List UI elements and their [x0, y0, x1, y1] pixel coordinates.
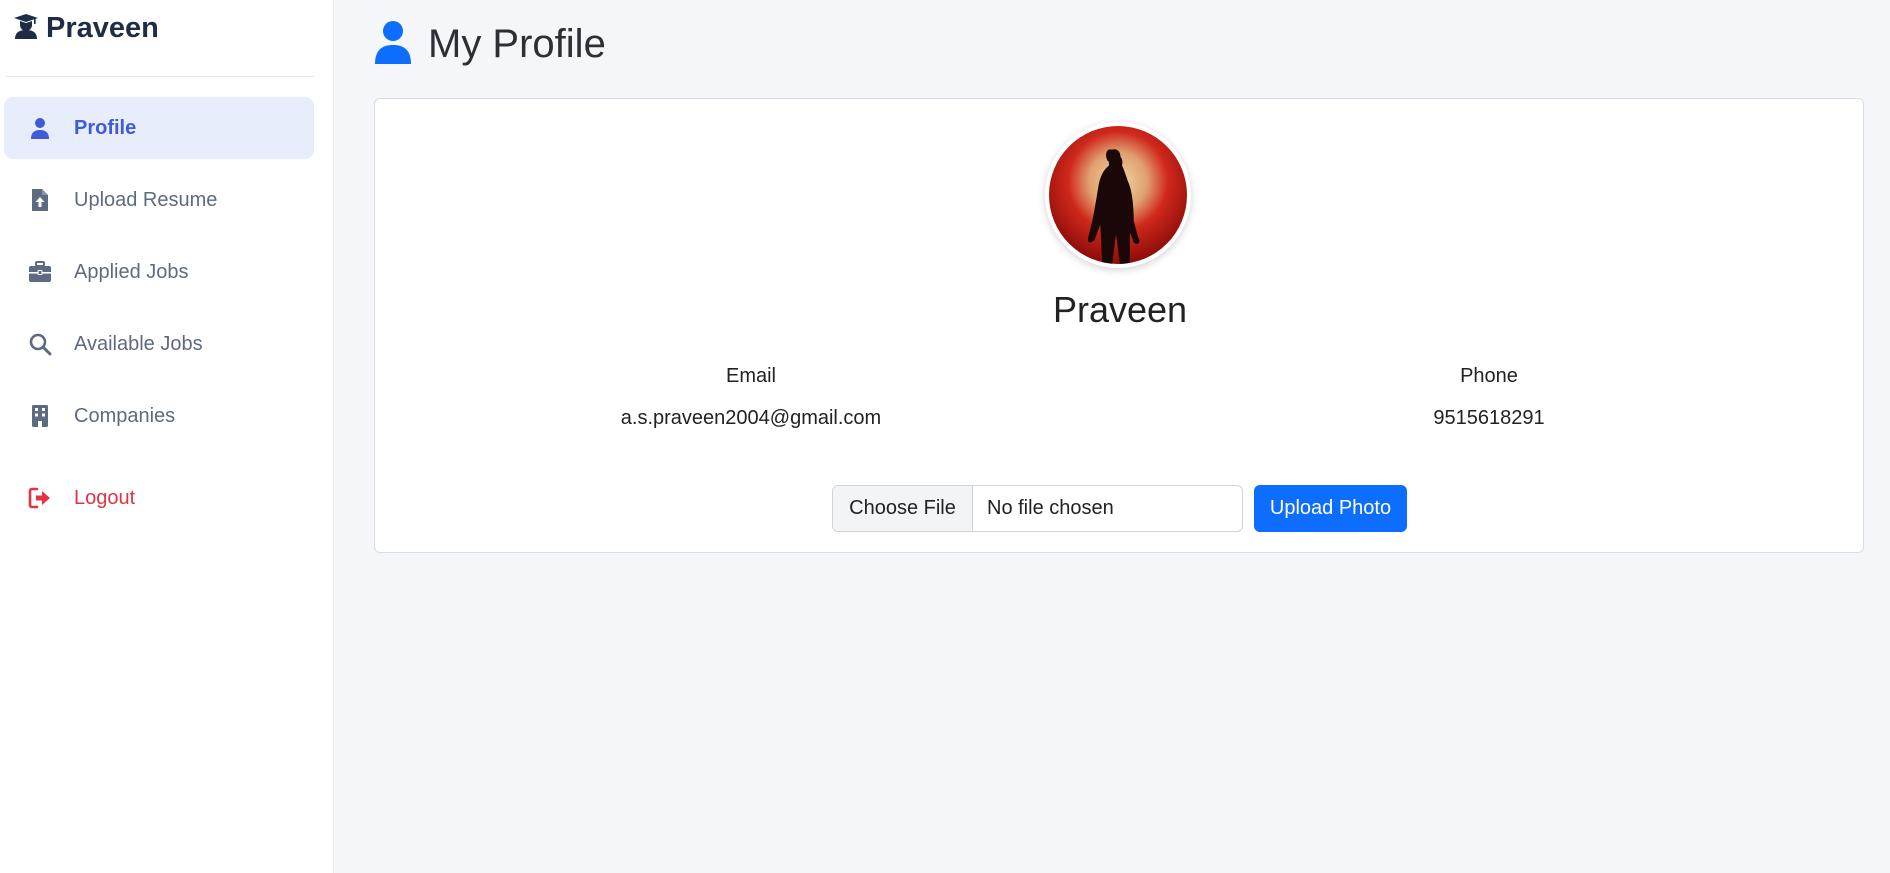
sidebar-item-label: Upload Resume: [74, 188, 218, 211]
brand-name: Praveen: [46, 11, 159, 44]
sidebar: Praveen Profile Upload Resume Applied Jo…: [0, 0, 334, 873]
avatar: [1045, 122, 1191, 268]
main-content: My Profile Praveen Email a.s.praveen2004…: [334, 0, 1890, 873]
sign-out-icon: [28, 485, 58, 511]
user-icon: [374, 20, 412, 69]
page-title: My Profile: [374, 20, 606, 68]
user-icon: [28, 115, 58, 141]
search-icon: [28, 331, 58, 357]
graduation-user-icon: [12, 12, 40, 45]
sidebar-item-profile[interactable]: Profile: [4, 97, 314, 159]
sidebar-item-label: Applied Jobs: [74, 260, 189, 283]
sidebar-item-available-jobs[interactable]: Available Jobs: [4, 313, 314, 375]
phone-value: 9515618291: [1433, 407, 1545, 429]
profile-name: Praveen: [1052, 289, 1188, 330]
page-title-text: My Profile: [428, 21, 606, 66]
sidebar-item-label: Profile: [74, 116, 137, 139]
logout-label: Logout: [74, 486, 136, 509]
sidebar-item-companies[interactable]: Companies: [4, 385, 314, 447]
sidebar-item-label: Available Jobs: [74, 332, 203, 355]
file-status: No file chosen: [987, 497, 1114, 519]
sidebar-nav: Profile Upload Resume Applied Jobs Avail…: [4, 97, 314, 539]
briefcase-icon: [28, 259, 58, 285]
profile-card: Praveen Email a.s.praveen2004@gmail.com …: [374, 98, 1864, 553]
upload-photo-button[interactable]: Upload Photo: [1254, 485, 1407, 532]
email-block: Email a.s.praveen2004@gmail.com: [551, 365, 951, 430]
email-value: a.s.praveen2004@gmail.com: [620, 407, 882, 429]
photo-file-input[interactable]: Choose File No file chosen: [832, 485, 1243, 532]
file-upload-icon: [28, 187, 58, 213]
brand-divider: [6, 76, 314, 77]
sidebar-item-label: Companies: [74, 404, 176, 427]
phone-label: Phone: [1460, 365, 1518, 387]
sidebar-item-upload-resume[interactable]: Upload Resume: [4, 169, 314, 231]
choose-file-button[interactable]: Choose File: [833, 486, 973, 531]
phone-block: Phone 9515618291: [1289, 365, 1689, 430]
email-label: Email: [725, 365, 776, 387]
brand[interactable]: Praveen: [12, 10, 159, 46]
sidebar-item-logout[interactable]: Logout: [4, 467, 314, 529]
building-icon: [28, 403, 58, 429]
sidebar-item-applied-jobs[interactable]: Applied Jobs: [4, 241, 314, 303]
